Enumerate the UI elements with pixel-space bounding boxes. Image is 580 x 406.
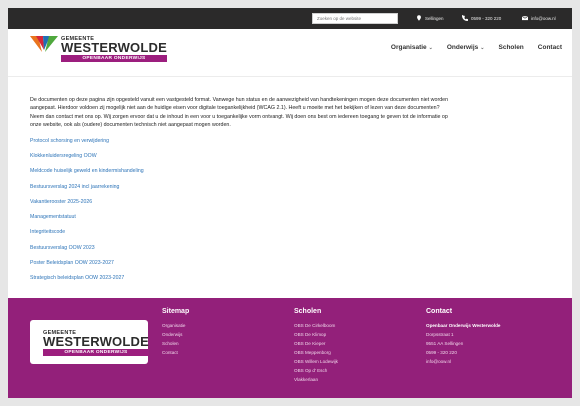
site-logo[interactable]: GEMEENTE WESTERWOLDE OPENBAAR ONDERWIJS [30, 34, 167, 62]
footer-contact-title: Contact [426, 308, 453, 315]
footer-logo-subtitle: OPENBAAR ONDERWIJS [43, 349, 149, 356]
footer-logo-name: WESTERWOLDE [43, 334, 149, 349]
footer-link[interactable]: Onderwijs [162, 330, 189, 339]
mail-icon [521, 15, 529, 21]
site-header: GEMEENTE WESTERWOLDE OPENBAAR ONDERWIJS … [8, 29, 572, 77]
footer-contact-email[interactable]: info@oow.nl [426, 357, 500, 366]
document-link[interactable]: Protocol schorsing en verwijdering [30, 137, 450, 152]
footer-school-link[interactable]: OBS Op d' Esch [294, 366, 338, 375]
footer-scholen: Scholen OBS De Cirkelboom OBS De Klimop … [294, 308, 338, 384]
footer-contact: Contact Openbaar Onderwijs Westerwolde D… [426, 308, 500, 366]
main-nav: Organisatie ⌄ Onderwijs ⌄ Scholen Contact [391, 44, 562, 51]
document-link[interactable]: Klokkenluidersregeling OOW [30, 152, 450, 167]
footer-contact-city: 9551 AA Sellingen [426, 341, 464, 346]
document-link[interactable]: Vakantierooster 2025-2026 [30, 198, 450, 213]
footer-sitemap-title: Sitemap [162, 308, 190, 315]
footer-logo[interactable]: GEMEENTE WESTERWOLDE OPENBAAR ONDERWIJS [30, 320, 149, 364]
document-link[interactable]: Managementstatuut [30, 213, 450, 228]
chevron-down-icon: ⌄ [480, 45, 485, 51]
search-input[interactable] [312, 13, 398, 24]
document-link[interactable]: Meldcode huiselijk geweld en kindermisha… [30, 167, 450, 182]
site-footer: GEMEENTE WESTERWOLDE OPENBAAR ONDERWIJS … [8, 298, 572, 398]
footer-school-link[interactable]: OBS Meppenborg [294, 348, 338, 357]
location-link[interactable]: Sellingen [416, 15, 444, 21]
document-link[interactable]: Poster Beleidsplan OOW 2023-2027 [30, 259, 450, 274]
footer-contact-phone[interactable]: 0599 - 320 220 [426, 348, 500, 357]
footer-link[interactable]: Organisatie [162, 321, 189, 330]
footer-school-link[interactable]: OBS De Kieper [294, 339, 338, 348]
email-link[interactable]: info@oow.nl [521, 15, 556, 21]
phone-link[interactable]: 0599 - 320 220 [462, 15, 501, 21]
logo-name: WESTERWOLDE [61, 40, 167, 55]
phone-label: 0599 - 320 220 [471, 15, 502, 21]
nav-item-contact[interactable]: Contact [538, 44, 562, 51]
map-pin-icon [416, 15, 422, 21]
footer-link[interactable]: Scholen [162, 339, 189, 348]
phone-icon [462, 15, 468, 21]
nav-item-onderwijs[interactable]: Onderwijs ⌄ [447, 44, 485, 51]
nav-label: Organisatie [390, 44, 427, 51]
document-link[interactable]: Bestuursverslag 2024 incl jaarrekening [30, 183, 450, 198]
footer-link[interactable]: Contact [162, 348, 189, 357]
footer-contact-org: Openbaar Onderwijs Westerwolde [426, 323, 501, 328]
intro-text: De documenten op deze pagina zijn opgest… [30, 97, 449, 129]
footer-school-link[interactable]: OBS De Cirkelboom [294, 321, 338, 330]
document-link[interactable]: Bestuursverslag OOW 2023 [30, 244, 450, 259]
logo-mark-icon [30, 36, 58, 52]
nav-label: Onderwijs [446, 44, 479, 51]
main-content: De documenten op deze pagina zijn opgest… [30, 96, 450, 290]
nav-item-scholen[interactable]: Scholen [499, 44, 524, 51]
document-links: Protocol schorsing en verwijdering Klokk… [30, 137, 450, 290]
document-link[interactable]: Integriteitscode [30, 228, 450, 243]
footer-scholen-title: Scholen [294, 308, 322, 315]
logo-subtitle: OPENBAAR ONDERWIJS [61, 55, 167, 62]
footer-contact-address: Dorpsstraat 1 [426, 332, 454, 337]
location-label: Sellingen [425, 15, 444, 21]
page: Sellingen 0599 - 320 220 info@oow.nl [8, 8, 572, 398]
document-link[interactable]: Strategisch beleidsplan OOW 2023-2027 [30, 274, 450, 289]
footer-school-link[interactable]: OBS Willem Lodewijk [294, 357, 338, 366]
footer-sitemap: Sitemap Organisatie Onderwijs Scholen Co… [162, 308, 189, 357]
footer-school-link[interactable]: Vlakkerlaan [294, 375, 338, 384]
top-bar: Sellingen 0599 - 320 220 info@oow.nl [8, 8, 572, 29]
email-label: info@oow.nl [531, 15, 556, 21]
nav-item-organisatie[interactable]: Organisatie ⌄ [391, 44, 433, 51]
footer-school-link[interactable]: OBS De Klimop [294, 330, 338, 339]
chevron-down-icon: ⌄ [428, 45, 433, 51]
